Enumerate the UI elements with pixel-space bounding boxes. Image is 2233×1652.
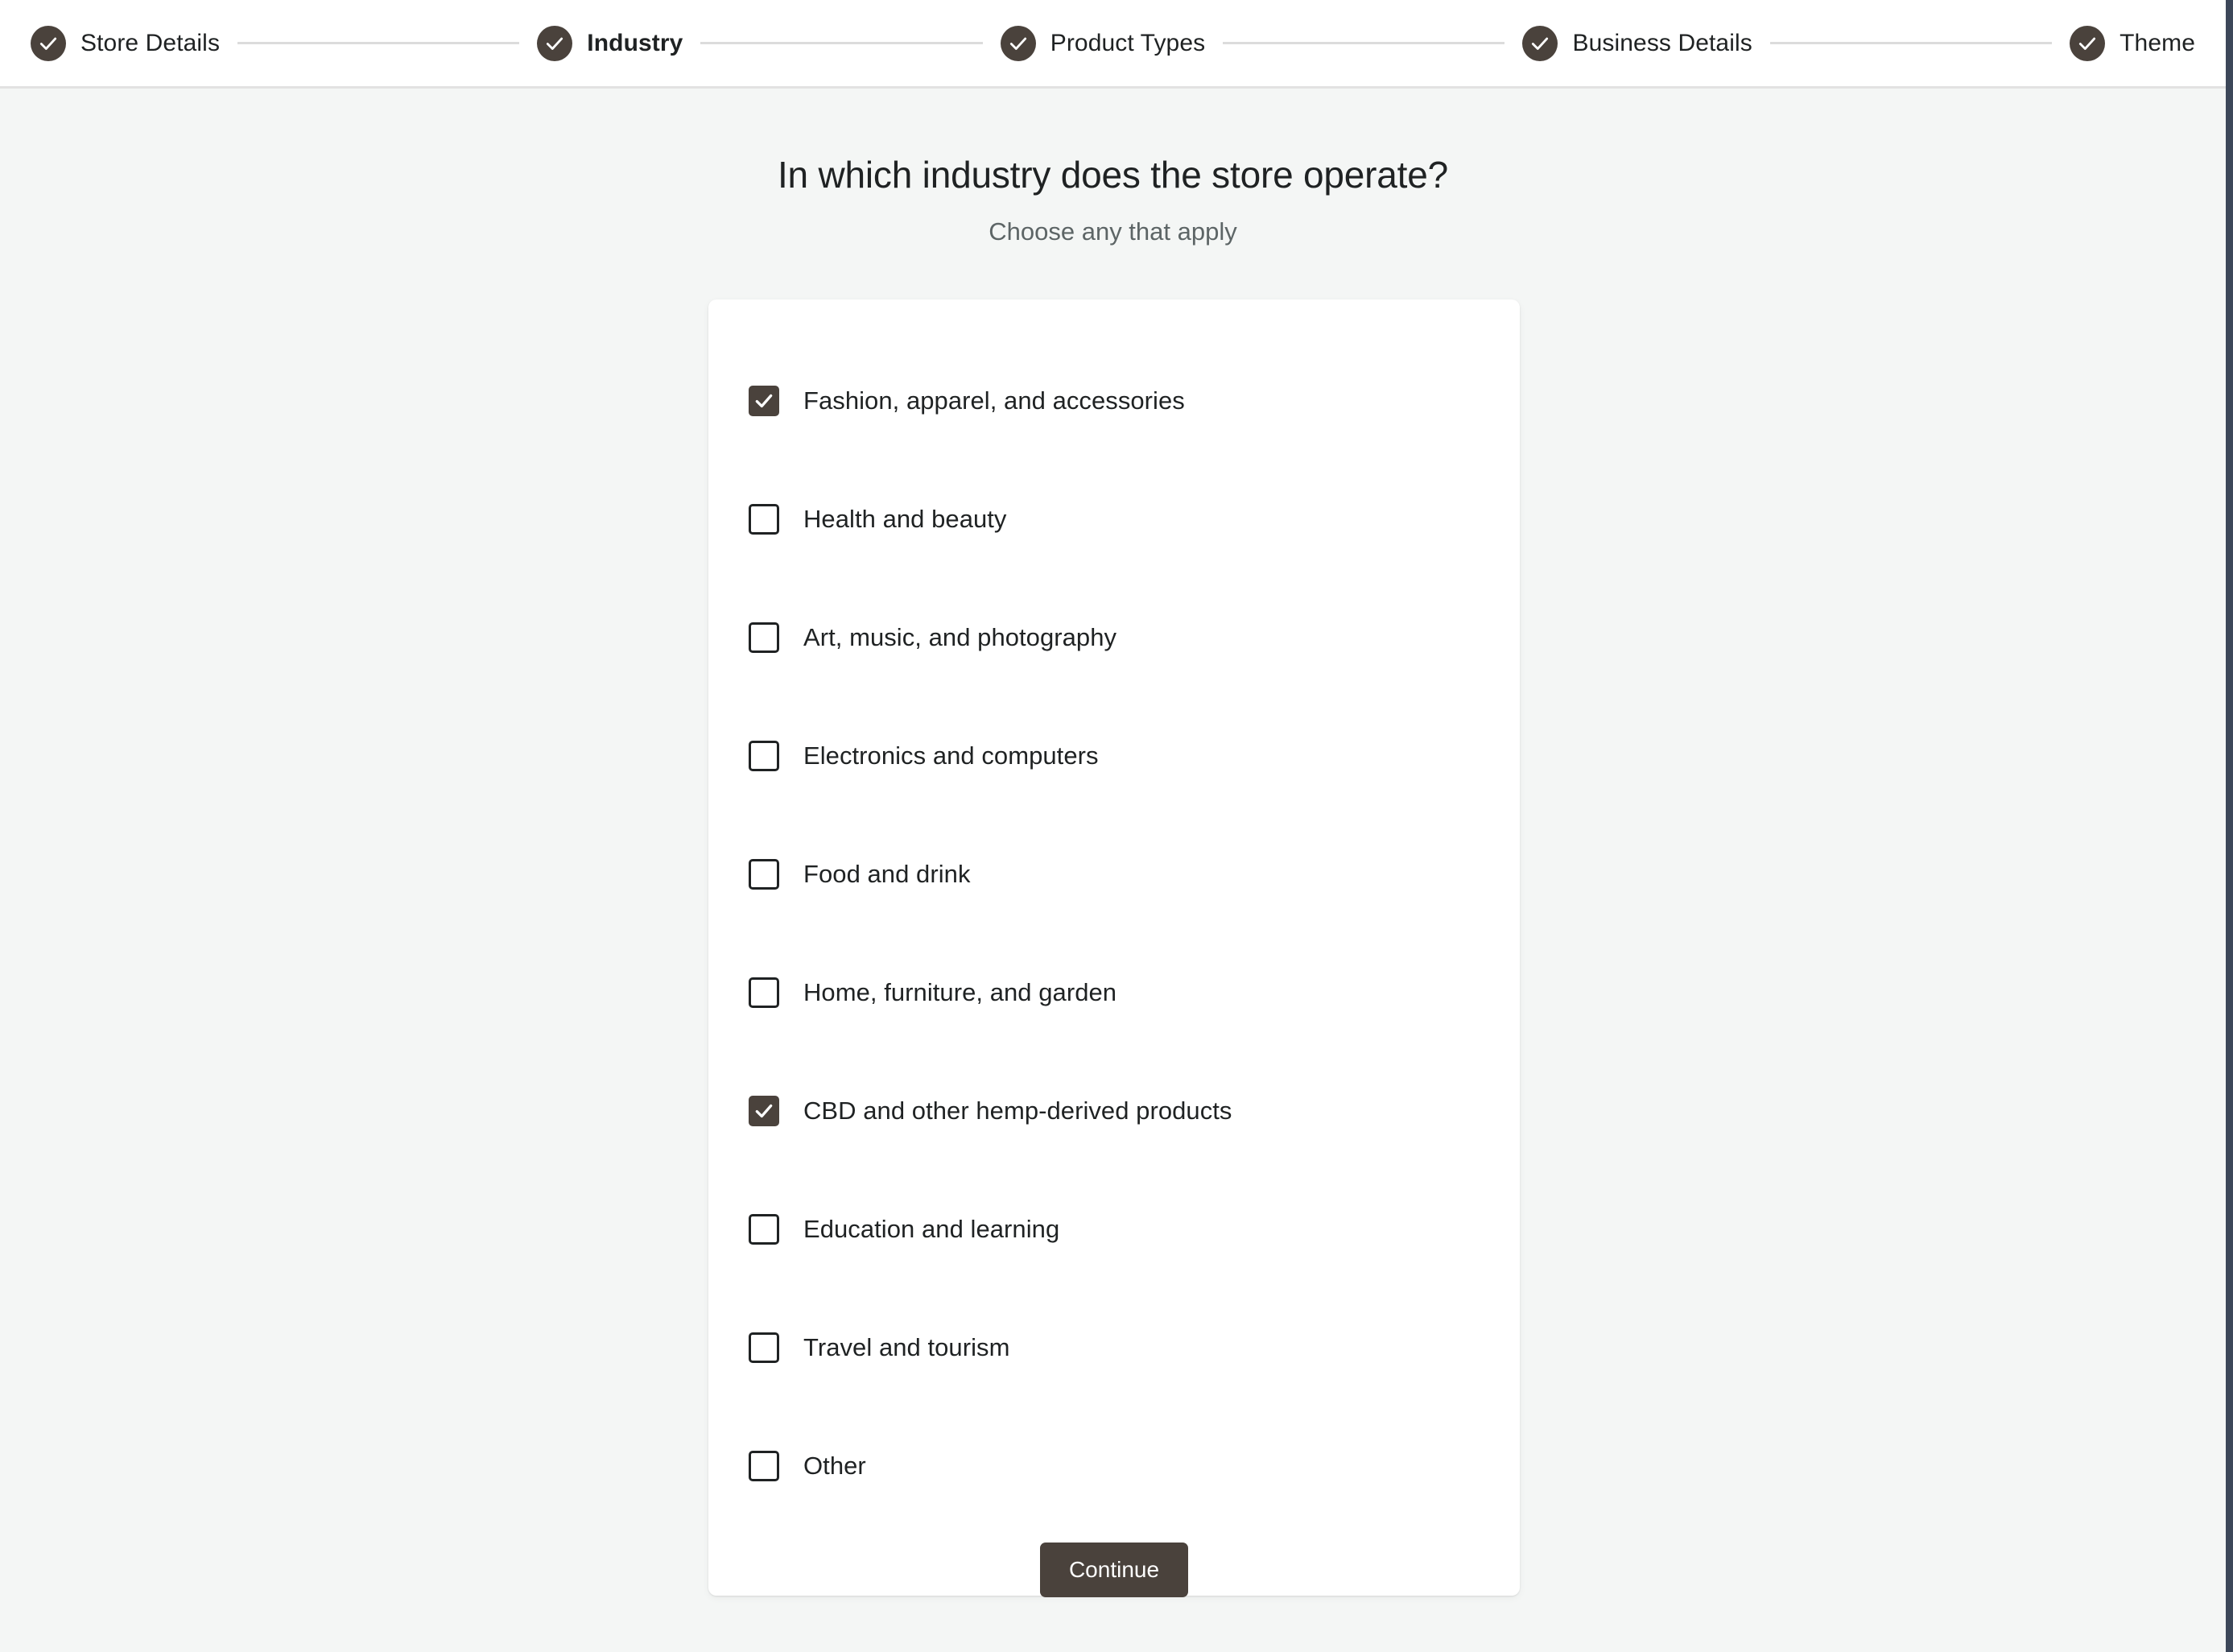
checkbox-unchecked-icon[interactable] xyxy=(749,1450,779,1481)
stepper-step-label: Business Details xyxy=(1572,29,1752,56)
onboarding-stepper: Store Details Industry Product Types Busine… xyxy=(0,0,2226,89)
check-circle-icon xyxy=(31,25,66,61)
industry-options-card: Fashion, apparel, and accessories Health … xyxy=(708,299,1520,1597)
industry-option-label: Home, furniture, and garden xyxy=(803,977,1117,1006)
page-body: In which industry does the store operate… xyxy=(0,89,2226,1652)
step-connector xyxy=(1223,42,1505,44)
industry-option-row[interactable]: Health and beauty xyxy=(708,460,1520,578)
heading-block: In which industry does the store operate… xyxy=(0,89,2226,246)
checkbox-unchecked-icon[interactable] xyxy=(749,1332,779,1363)
checkbox-unchecked-icon[interactable] xyxy=(749,622,779,653)
stepper-step-product-types[interactable]: Product Types xyxy=(1000,25,1206,61)
industry-option-list: Fashion, apparel, and accessories Health … xyxy=(708,299,1520,1525)
industry-option-label: Other xyxy=(803,1451,866,1480)
stepper-step-label: Theme xyxy=(2119,29,2195,56)
industry-option-label: Health and beauty xyxy=(803,504,1007,533)
stepper-step-label: Industry xyxy=(587,29,683,56)
step-connector xyxy=(237,42,520,44)
continue-button[interactable]: Continue xyxy=(1039,1543,1189,1597)
checkbox-checked-icon[interactable] xyxy=(749,1095,779,1126)
industry-option-row[interactable]: Other xyxy=(708,1406,1520,1525)
page-title: In which industry does the store operate… xyxy=(777,154,1449,196)
stepper-step-business-details[interactable]: Business Details xyxy=(1522,25,1752,61)
industry-option-row[interactable]: Travel and tourism xyxy=(708,1288,1520,1406)
industry-option-label: Fashion, apparel, and accessories xyxy=(803,386,1185,415)
industry-option-label: Art, music, and photography xyxy=(803,622,1117,651)
check-circle-icon xyxy=(537,25,573,61)
industry-option-label: Education and learning xyxy=(803,1214,1060,1243)
checkbox-unchecked-icon[interactable] xyxy=(749,1213,779,1245)
industry-option-label: Electronics and computers xyxy=(803,741,1099,770)
step-connector xyxy=(1769,42,2053,44)
industry-option-row[interactable]: Electronics and computers xyxy=(708,696,1520,815)
stepper-step-theme[interactable]: Theme xyxy=(2070,25,2195,61)
checkbox-unchecked-icon[interactable] xyxy=(749,503,779,535)
check-circle-icon xyxy=(1000,25,1036,61)
stepper-step-label: Product Types xyxy=(1050,29,1206,56)
continue-button-container: Continue xyxy=(708,1525,1520,1597)
step-connector xyxy=(700,42,983,44)
stepper-step-label: Store Details xyxy=(80,29,221,56)
industry-option-label: Travel and tourism xyxy=(803,1332,1010,1361)
check-circle-icon xyxy=(2070,25,2106,61)
industry-option-row[interactable]: CBD and other hemp-derived products xyxy=(708,1051,1520,1170)
industry-option-row[interactable]: Art, music, and photography xyxy=(708,578,1520,696)
industry-option-row[interactable]: Home, furniture, and garden xyxy=(708,933,1520,1051)
industry-option-row[interactable]: Food and drink xyxy=(708,815,1520,933)
stepper-step-store-details[interactable]: Store Details xyxy=(31,25,221,61)
checkbox-unchecked-icon[interactable] xyxy=(749,740,779,771)
checkbox-unchecked-icon[interactable] xyxy=(749,977,779,1008)
checkbox-unchecked-icon[interactable] xyxy=(749,858,779,890)
industry-option-row[interactable]: Fashion, apparel, and accessories xyxy=(708,341,1520,460)
check-circle-icon xyxy=(1522,25,1558,61)
page-subtitle: Choose any that apply xyxy=(989,217,1237,246)
checkbox-checked-icon[interactable] xyxy=(749,385,779,416)
stepper-step-industry[interactable]: Industry xyxy=(537,25,683,61)
industry-option-row[interactable]: Education and learning xyxy=(708,1170,1520,1288)
industry-option-label: Food and drink xyxy=(803,859,971,888)
industry-option-label: CBD and other hemp-derived products xyxy=(803,1096,1232,1125)
